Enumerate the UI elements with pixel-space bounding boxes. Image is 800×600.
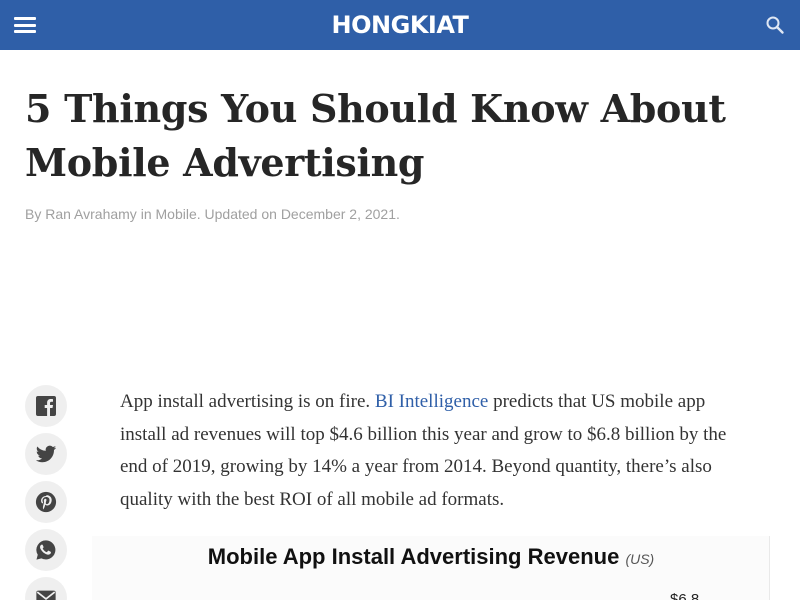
share-whatsapp-button[interactable] xyxy=(25,529,67,571)
share-pinterest-button[interactable] xyxy=(25,481,67,523)
chart-title-unit: (US) xyxy=(625,551,655,567)
share-twitter-button[interactable] xyxy=(25,433,67,475)
byline-in: in xyxy=(140,206,152,222)
byline-by: By xyxy=(25,206,42,222)
author-link[interactable]: Ran Avrahamy xyxy=(45,206,137,222)
category-link[interactable]: Mobile xyxy=(156,206,197,222)
bi-intelligence-link[interactable]: BI Intelligence xyxy=(375,391,488,412)
search-icon[interactable] xyxy=(765,15,785,35)
facebook-icon xyxy=(36,396,56,416)
intro-text-before-link: App install advertising is on fire. xyxy=(120,391,375,412)
revenue-chart-figure: Mobile App Install Advertising Revenue (… xyxy=(92,536,770,600)
email-icon xyxy=(36,590,56,600)
updated-date: December 2, 2021 xyxy=(280,206,396,222)
chart-data-label: $6.8 xyxy=(670,591,700,600)
share-facebook-button[interactable] xyxy=(25,385,67,427)
chart-title: Mobile App Install Advertising Revenue (… xyxy=(92,544,769,570)
top-navigation-bar: HONGKIAT xyxy=(0,0,800,50)
pinterest-icon xyxy=(35,491,57,513)
whatsapp-icon xyxy=(36,540,56,560)
site-logo[interactable]: HONGKIAT xyxy=(0,10,800,40)
twitter-icon xyxy=(35,445,57,463)
article-byline: By Ran Avrahamy in Mobile. Updated on De… xyxy=(25,206,400,222)
byline-end: . xyxy=(396,206,400,222)
chart-title-text: Mobile App Install Advertising Revenue xyxy=(207,544,620,569)
share-email-button[interactable] xyxy=(25,577,67,600)
byline-updated-prefix: . Updated on xyxy=(196,206,277,222)
article-intro-paragraph: App install advertising is on fire. BI I… xyxy=(120,386,740,516)
article-title: 5 Things You Should Know About Mobile Ad… xyxy=(25,86,726,185)
